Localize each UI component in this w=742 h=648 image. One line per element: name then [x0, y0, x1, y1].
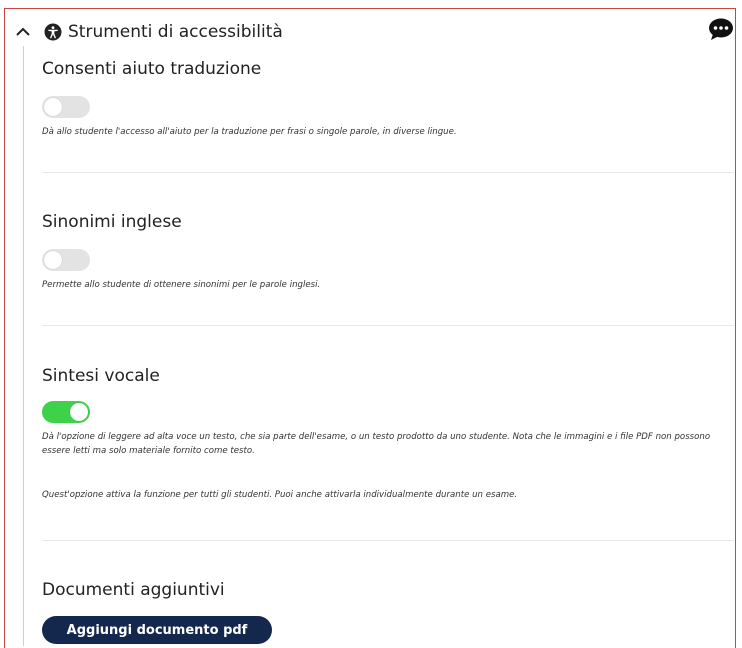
text-to-speech-description: Dà l'opzione di leggere ad alta voce un … [42, 432, 711, 456]
accessibility-panel [4, 8, 736, 648]
chat-bubble-icon[interactable] [708, 17, 734, 41]
chevron-up-icon[interactable] [14, 23, 32, 41]
english-synonyms-toggle[interactable] [42, 249, 90, 271]
toggle-knob [44, 98, 62, 116]
translation-help-description: Dà allo studente l'accesso all'aiuto per… [42, 127, 457, 137]
toggle-knob [70, 403, 88, 421]
translation-help-toggle[interactable] [42, 96, 90, 118]
section-title-translation: Consenti aiuto traduzione [42, 59, 262, 79]
panel-title: Strumenti di accessibilità [68, 22, 283, 42]
english-synonyms-description: Permette allo studente di ottenere sinon… [42, 280, 321, 290]
accessibility-icon [44, 23, 62, 41]
section-title-documents: Documenti aggiuntivi [42, 580, 225, 600]
add-pdf-document-button[interactable]: Aggiungi documento pdf [42, 616, 272, 644]
text-to-speech-note: Quest'opzione attiva la funzione per tut… [42, 490, 518, 500]
section-divider [42, 172, 734, 173]
section-divider [42, 540, 734, 541]
text-to-speech-toggle[interactable] [42, 401, 90, 423]
section-divider [42, 325, 734, 326]
toggle-knob [44, 251, 62, 269]
clipped-heading-fragment [0, 0, 742, 8]
panel-header[interactable]: Strumenti di accessibilità [14, 18, 283, 46]
tree-guide-line [23, 46, 24, 646]
section-title-tts: Sintesi vocale [42, 366, 160, 386]
section-title-synonyms: Sinonimi inglese [42, 212, 182, 232]
